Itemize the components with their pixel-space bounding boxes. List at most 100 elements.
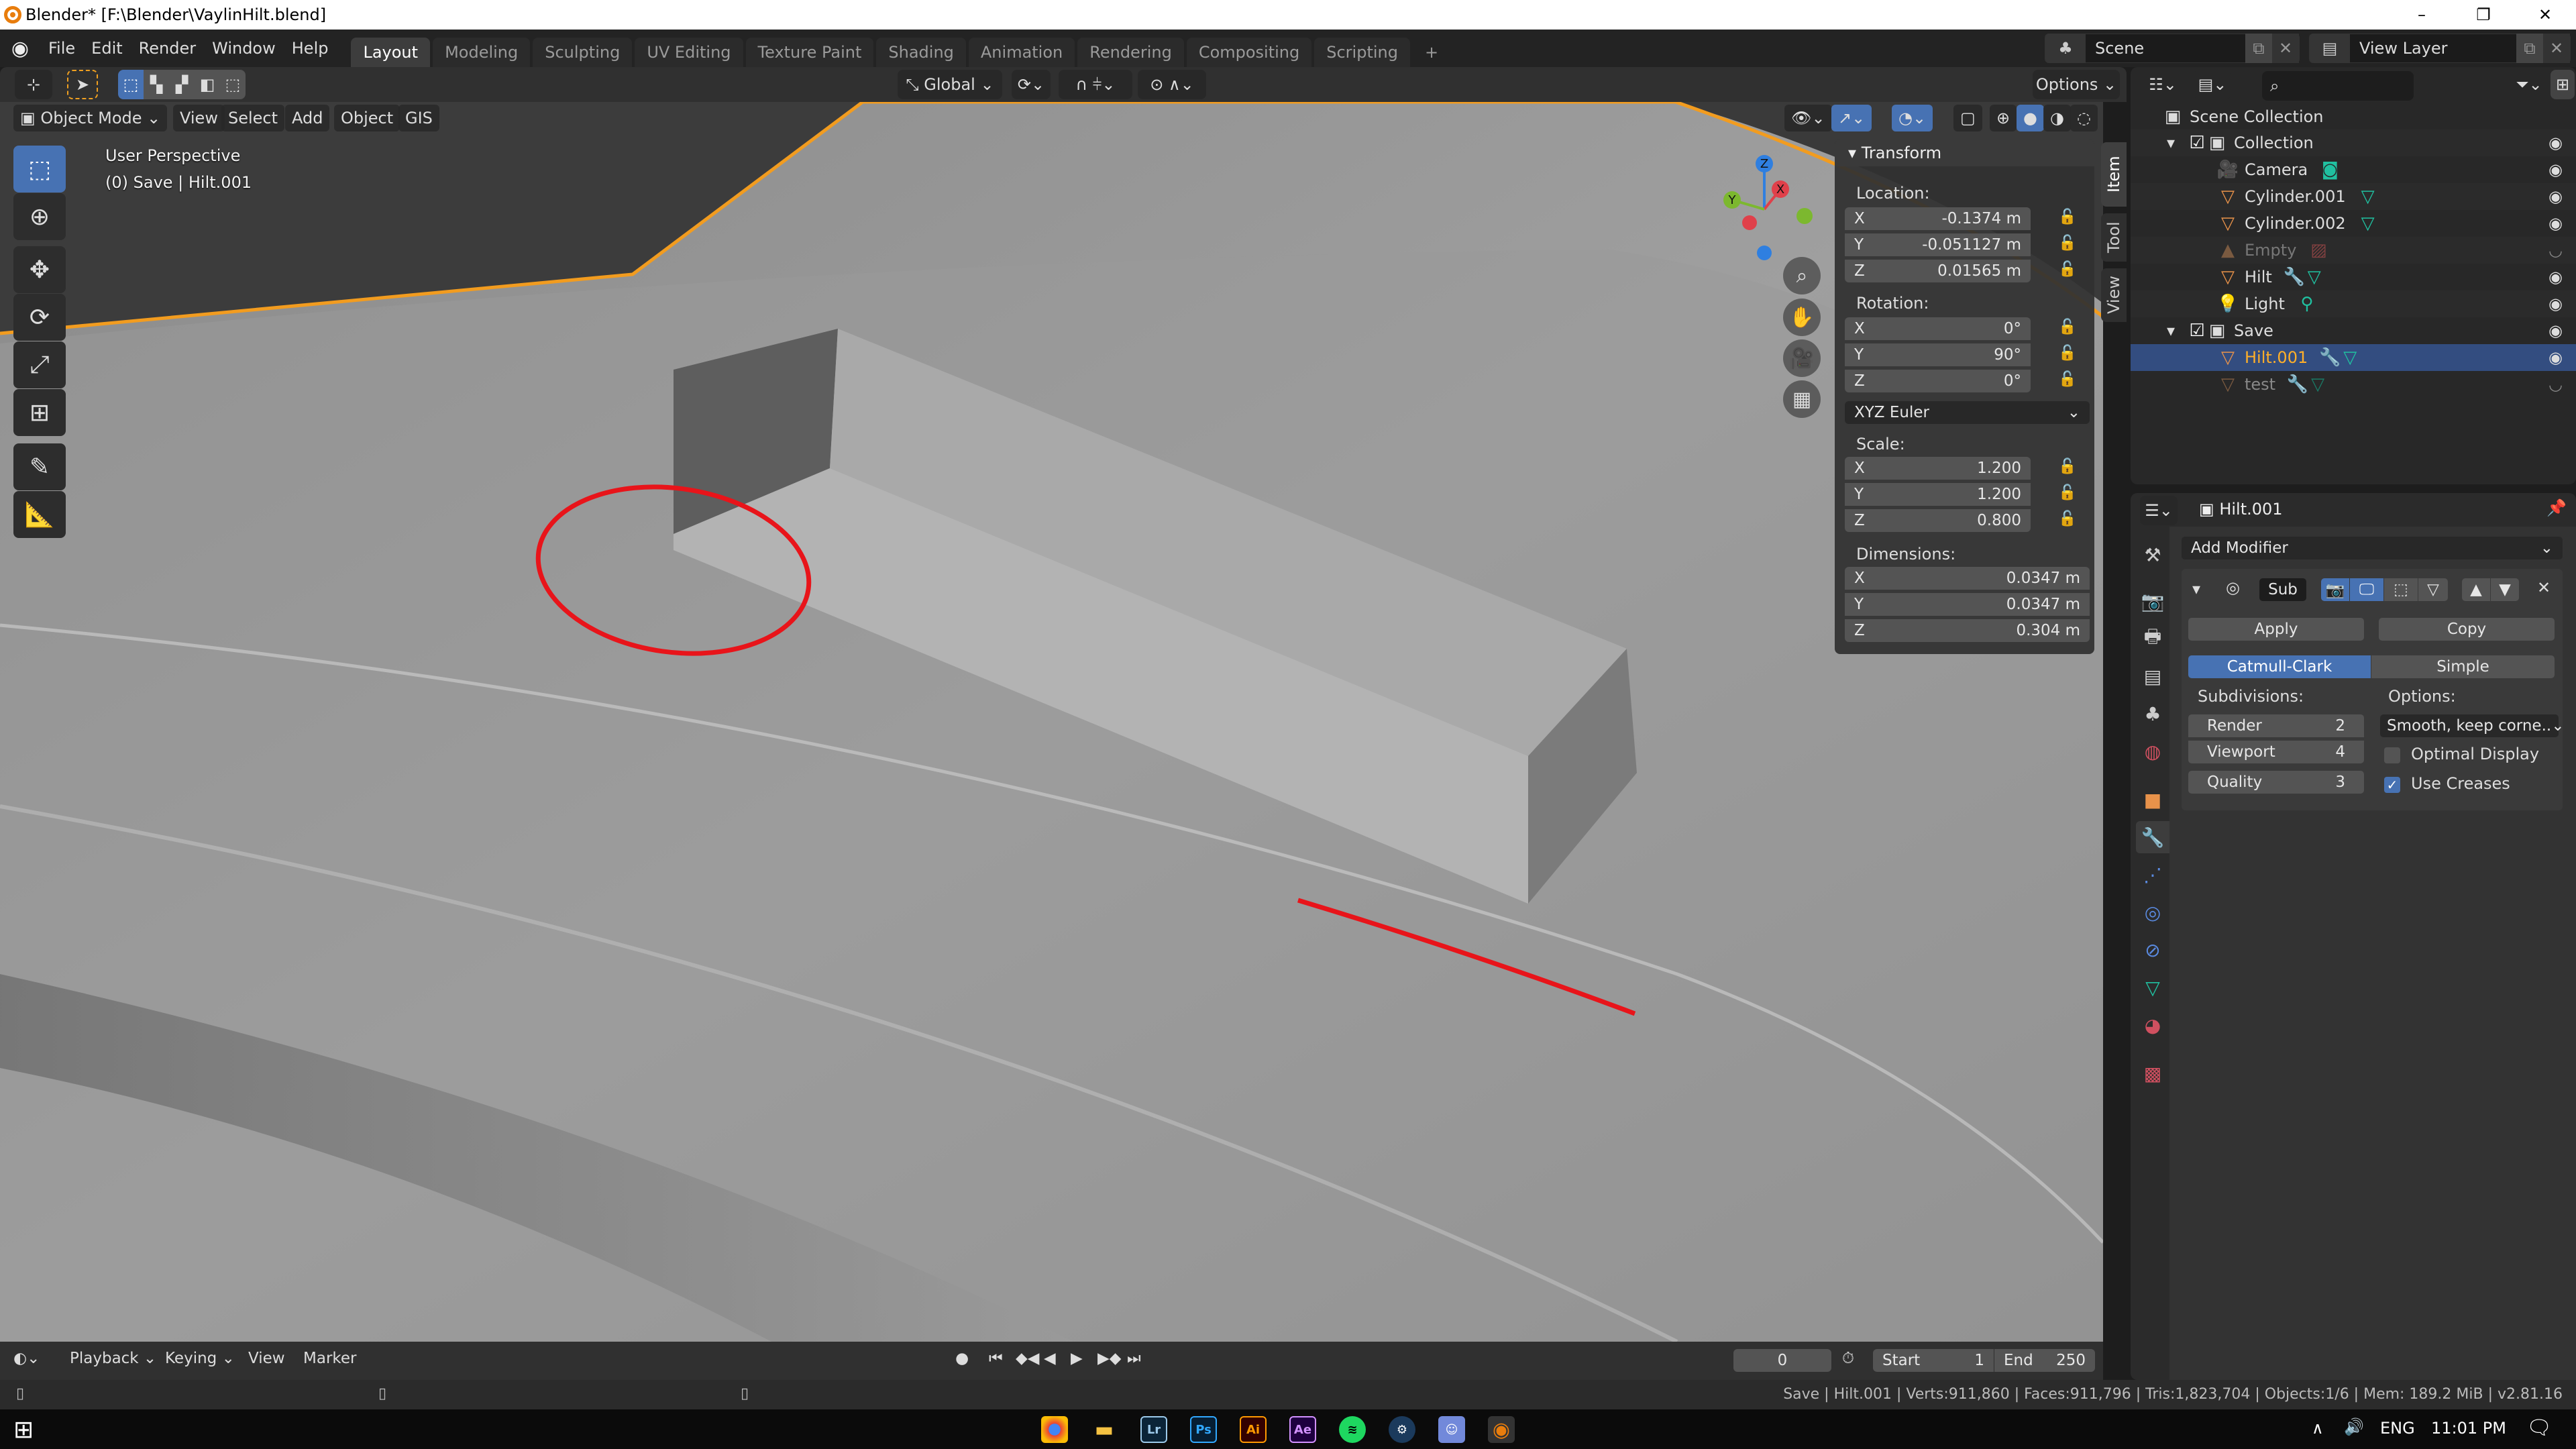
menu-render[interactable]: Render bbox=[131, 39, 204, 58]
filter-dropdown[interactable]: ⏷⌄ bbox=[2510, 70, 2548, 99]
timeline-editor-type-icon[interactable]: ◐⌄ bbox=[13, 1350, 40, 1367]
outliner-row-hilt[interactable]: ▽ Hilt 🔧 ▽ ◉ bbox=[2131, 264, 2576, 290]
select-mode-intersect-icon[interactable]: ⬚ bbox=[220, 70, 246, 99]
outliner-row-cylinder-001[interactable]: ▽ Cylinder.001 ▽ ◉ bbox=[2131, 183, 2576, 210]
apply-button[interactable]: Apply bbox=[2188, 618, 2364, 641]
lock-rotation-x-icon[interactable]: 🔓 bbox=[2058, 319, 2076, 339]
after-effects-icon[interactable]: Ae bbox=[1289, 1416, 1316, 1443]
record-keyframe-icon[interactable]: ● bbox=[955, 1350, 969, 1367]
tab-output-properties[interactable]: 🖶 bbox=[2136, 623, 2169, 655]
start-frame-field[interactable]: Start 1 bbox=[1873, 1349, 1994, 1372]
optimal-display-checkbox[interactable] bbox=[2384, 747, 2400, 763]
outliner-row-light[interactable]: 💡 Light ⚲ ◉ bbox=[2131, 290, 2576, 317]
tool-annotate[interactable]: ✎ bbox=[13, 443, 66, 490]
current-frame-field[interactable]: 0 bbox=[1733, 1349, 1831, 1372]
lock-scale-z-icon[interactable]: 🔓 bbox=[2058, 511, 2076, 531]
new-scene-icon[interactable]: ⧉ bbox=[2245, 34, 2272, 63]
clock[interactable]: 11:01 PM bbox=[2431, 1419, 2506, 1438]
3d-viewport[interactable]: ▣ Object Mode ⌄ View Select Add Object G… bbox=[0, 102, 2103, 1342]
tab-sculpting[interactable]: Sculpting bbox=[533, 38, 633, 67]
tab-texture-properties[interactable]: ▩ bbox=[2136, 1057, 2169, 1089]
lock-location-y-icon[interactable]: 🔓 bbox=[2058, 235, 2076, 255]
rotation-z-field[interactable]: Z 0° bbox=[1845, 370, 2031, 392]
lock-scale-y-icon[interactable]: 🔓 bbox=[2058, 484, 2076, 504]
tab-layout[interactable]: Layout bbox=[351, 38, 431, 67]
scene-name-field[interactable]: Scene bbox=[2086, 39, 2245, 58]
rotation-x-field[interactable]: X 0° bbox=[1845, 317, 2031, 340]
shading-wireframe-icon[interactable]: ⊕ bbox=[1990, 105, 2017, 131]
select-mode-invert-icon[interactable]: ◧ bbox=[195, 70, 220, 99]
show-in-render-icon[interactable]: 📷 bbox=[2321, 578, 2349, 601]
jump-start-icon[interactable]: ⏮ bbox=[989, 1350, 1003, 1367]
tab-scene-properties[interactable]: ♣ bbox=[2136, 698, 2169, 730]
tray-expand-icon[interactable]: ∧ bbox=[2312, 1419, 2324, 1438]
image-data-icon[interactable]: ▨ bbox=[2308, 240, 2328, 260]
light-data-icon[interactable]: ⚲ bbox=[2297, 294, 2317, 314]
viewport-levels-field[interactable]: Viewport 4 bbox=[2188, 741, 2364, 763]
outliner-row-hilt-001[interactable]: ▽ Hilt.001 🔧 ▽ ◉ bbox=[2131, 344, 2576, 371]
quality-field[interactable]: Quality 3 bbox=[2188, 771, 2364, 794]
windows-start-icon[interactable]: ⊞ bbox=[13, 1416, 34, 1444]
pivot-point-dropdown[interactable]: ⟳⌄ bbox=[1012, 70, 1051, 99]
pin-icon[interactable]: 📌 bbox=[2546, 498, 2567, 517]
play-reverse-icon[interactable]: ◀ bbox=[1044, 1350, 1056, 1367]
view-layer-name-field[interactable]: View Layer bbox=[2350, 39, 2516, 58]
end-frame-field[interactable]: End 250 bbox=[1994, 1349, 2095, 1372]
tab-scripting[interactable]: Scripting bbox=[1314, 38, 1410, 67]
spotify-icon[interactable]: ≋ bbox=[1339, 1416, 1366, 1443]
remove-view-layer-icon[interactable]: ✕ bbox=[2543, 34, 2570, 63]
remove-modifier-icon[interactable]: ✕ bbox=[2537, 578, 2551, 597]
outliner-row-camera[interactable]: 🎥 Camera ◙ ◉ bbox=[2131, 156, 2576, 183]
maximize-button[interactable]: ❐ bbox=[2453, 0, 2514, 30]
mesh-data-icon[interactable]: ▽ bbox=[2304, 267, 2324, 287]
menu-edit[interactable]: Edit bbox=[83, 39, 130, 58]
tab-tool-properties[interactable]: ⚒ bbox=[2136, 539, 2169, 571]
rotation-y-field[interactable]: Y 90° bbox=[1845, 343, 2031, 366]
menu-object[interactable]: Object bbox=[334, 105, 400, 131]
outliner-row-save-collection[interactable]: ▾ ☑ ▣ Save ◉ bbox=[2131, 317, 2576, 344]
tab-uv-editing[interactable]: UV Editing bbox=[635, 38, 743, 67]
new-collection-icon[interactable]: ⊞ bbox=[2551, 70, 2575, 99]
sidebar-tab-item[interactable]: Item bbox=[2101, 142, 2127, 207]
show-in-editmode-icon[interactable]: ⬚ bbox=[2384, 578, 2418, 601]
eye-icon[interactable]: ◉ bbox=[2548, 214, 2563, 233]
tab-particle-properties[interactable]: ⋰ bbox=[2136, 859, 2169, 891]
tab-constraint-properties[interactable]: ⊘ bbox=[2136, 934, 2169, 966]
file-explorer-icon[interactable]: ▬ bbox=[1091, 1416, 1118, 1443]
outliner-row-scene-collection[interactable]: ▣ Scene Collection bbox=[2131, 103, 2576, 130]
transform-panel-header[interactable]: ▾ Transform bbox=[1835, 140, 2094, 166]
move-up-icon[interactable]: ▲ bbox=[2462, 578, 2490, 601]
add-workspace-button[interactable]: + bbox=[1413, 38, 1450, 67]
editor-type-icon[interactable]: ⊹ bbox=[15, 70, 52, 99]
object-mode-dropdown[interactable]: ▣ Object Mode ⌄ bbox=[13, 105, 168, 131]
outliner-row-test[interactable]: ▽ test 🔧 ▽ ◡ bbox=[2131, 371, 2576, 398]
mesh-data-icon[interactable]: ▽ bbox=[2358, 213, 2378, 233]
shading-material-icon[interactable]: ◑ bbox=[2043, 105, 2071, 131]
language-indicator[interactable]: ENG bbox=[2380, 1419, 2415, 1438]
close-button[interactable]: ✕ bbox=[2514, 0, 2576, 30]
lock-location-z-icon[interactable]: 🔓 bbox=[2058, 261, 2076, 281]
tab-mesh-data-properties[interactable]: ▽ bbox=[2136, 971, 2169, 1004]
select-mode-new-icon[interactable]: ⬚ bbox=[118, 70, 144, 99]
play-icon[interactable]: ▶ bbox=[1071, 1350, 1083, 1367]
minimize-button[interactable]: – bbox=[2391, 0, 2453, 30]
simple-option[interactable]: Simple bbox=[2371, 655, 2555, 678]
lock-location-x-icon[interactable]: 🔓 bbox=[2058, 209, 2076, 229]
scene-selector[interactable]: ♣ Scene ⧉ ✕ bbox=[2045, 34, 2300, 63]
modifier-wrench-icon[interactable]: 🔧 bbox=[2319, 347, 2341, 368]
sidebar-tab-tool[interactable]: Tool bbox=[2101, 213, 2127, 262]
location-x-field[interactable]: X -0.1374 m bbox=[1845, 207, 2031, 230]
eye-icon[interactable]: ◉ bbox=[2548, 348, 2563, 367]
checkbox-icon[interactable]: ☑ bbox=[2187, 133, 2207, 153]
lock-rotation-z-icon[interactable]: 🔓 bbox=[2058, 371, 2076, 391]
eye-icon[interactable]: ◉ bbox=[2548, 187, 2563, 206]
blender-taskbar-icon[interactable]: ◉ bbox=[1488, 1416, 1515, 1443]
preview-range-icon[interactable]: ⏱ bbox=[1842, 1350, 1854, 1367]
menu-file[interactable]: File bbox=[40, 39, 83, 58]
modifier-wrench-icon[interactable]: 🔧 bbox=[2284, 267, 2305, 287]
tool-scale[interactable]: ⤢ bbox=[13, 341, 66, 388]
eye-closed-icon[interactable]: ◡ bbox=[2548, 241, 2563, 260]
previous-keyframe-icon[interactable]: ◆◀ bbox=[1016, 1350, 1039, 1367]
dimensions-y-field[interactable]: Y 0.0347 m bbox=[1845, 593, 2090, 616]
tab-shading[interactable]: Shading bbox=[876, 38, 966, 67]
